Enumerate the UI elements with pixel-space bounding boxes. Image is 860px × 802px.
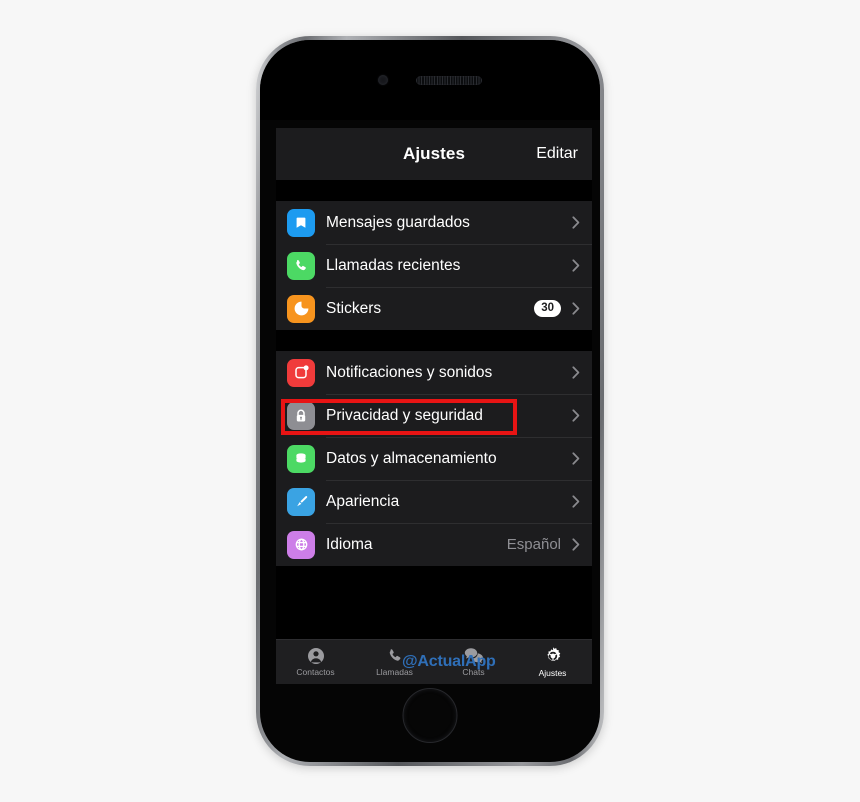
- globe-icon: [287, 530, 315, 559]
- screenshot-root: Ajustes Editar Mensajes guardados Llamad…: [0, 0, 860, 802]
- lock-icon: [287, 401, 315, 430]
- chevron-right-icon: [568, 302, 584, 315]
- bookmark-icon: [287, 208, 315, 237]
- section-gap-top: [276, 180, 592, 201]
- contact-person-icon: [307, 647, 325, 665]
- chevron-right-icon: [568, 495, 584, 508]
- settings-row-label: Notificaciones y sonidos: [326, 363, 493, 381]
- settings-row-notificaciones-y-sonidos[interactable]: Notificaciones y sonidos: [276, 351, 592, 394]
- database-icon: [287, 444, 315, 473]
- phone-screen: Ajustes Editar Mensajes guardados Llamad…: [276, 128, 592, 684]
- settings-row-label: Llamadas recientes: [326, 256, 461, 274]
- settings-group-1: Mensajes guardados Llamadas recientes St…: [276, 201, 592, 330]
- tab-label: Llamadas: [376, 667, 413, 677]
- settings-row-label: Mensajes guardados: [326, 213, 470, 231]
- tab-bar: Contactos Llamadas Chats Ajustes @Actual…: [276, 639, 592, 684]
- settings-row-label: Privacidad y seguridad: [326, 406, 483, 424]
- chat-bubbles-icon: [464, 647, 484, 665]
- gear-icon: [543, 646, 563, 666]
- chevron-right-icon: [568, 452, 584, 465]
- phone-body: Ajustes Editar Mensajes guardados Llamad…: [260, 40, 600, 762]
- tab-label: Ajustes: [538, 668, 567, 678]
- settings-row-label: Datos y almacenamiento: [326, 449, 497, 467]
- settings-row-label: Idioma: [326, 535, 373, 553]
- settings-row-label: Apariencia: [326, 492, 400, 510]
- navigation-bar: Ajustes Editar: [276, 128, 592, 180]
- sticker-icon: [287, 294, 315, 323]
- edit-button[interactable]: Editar: [536, 145, 578, 163]
- settings-row-apariencia[interactable]: Apariencia: [276, 480, 592, 523]
- phone-frame: Ajustes Editar Mensajes guardados Llamad…: [256, 36, 604, 766]
- settings-row-privacidad-y-seguridad[interactable]: Privacidad y seguridad: [276, 394, 592, 437]
- notification-bell-icon: [287, 358, 315, 387]
- tab-llamadas[interactable]: Llamadas: [355, 640, 434, 684]
- settings-group-2: Notificaciones y sonidos Privacidad y se…: [276, 351, 592, 566]
- section-gap-middle: [276, 330, 592, 351]
- phone-icon: [287, 251, 315, 280]
- tab-ajustes[interactable]: Ajustes: [513, 640, 592, 684]
- chevron-right-icon: [568, 366, 584, 379]
- settings-row-mensajes-guardados[interactable]: Mensajes guardados: [276, 201, 592, 244]
- tab-chats[interactable]: Chats: [434, 640, 513, 684]
- phone-handset-icon: [386, 647, 404, 665]
- front-camera-icon: [378, 75, 388, 85]
- settings-row-stickers[interactable]: Stickers 30: [276, 287, 592, 330]
- tab-label: Contactos: [296, 667, 335, 677]
- settings-row-llamadas-recientes[interactable]: Llamadas recientes: [276, 244, 592, 287]
- earpiece-speaker-icon: [416, 75, 482, 85]
- settings-row-idioma[interactable]: Idioma Español: [276, 523, 592, 566]
- settings-row-datos-y-almacenamiento[interactable]: Datos y almacenamiento: [276, 437, 592, 480]
- sensor-row: [260, 40, 600, 120]
- paintbrush-icon: [287, 487, 315, 516]
- chevron-right-icon: [568, 216, 584, 229]
- chevron-right-icon: [568, 538, 584, 551]
- tab-contactos[interactable]: Contactos: [276, 640, 355, 684]
- settings-row-value: Español: [506, 536, 561, 553]
- chevron-right-icon: [568, 409, 584, 422]
- home-button[interactable]: [402, 688, 458, 743]
- tab-label: Chats: [462, 667, 485, 677]
- stickers-count-badge: 30: [534, 299, 561, 318]
- chevron-right-icon: [568, 259, 584, 272]
- settings-row-label: Stickers: [326, 299, 382, 317]
